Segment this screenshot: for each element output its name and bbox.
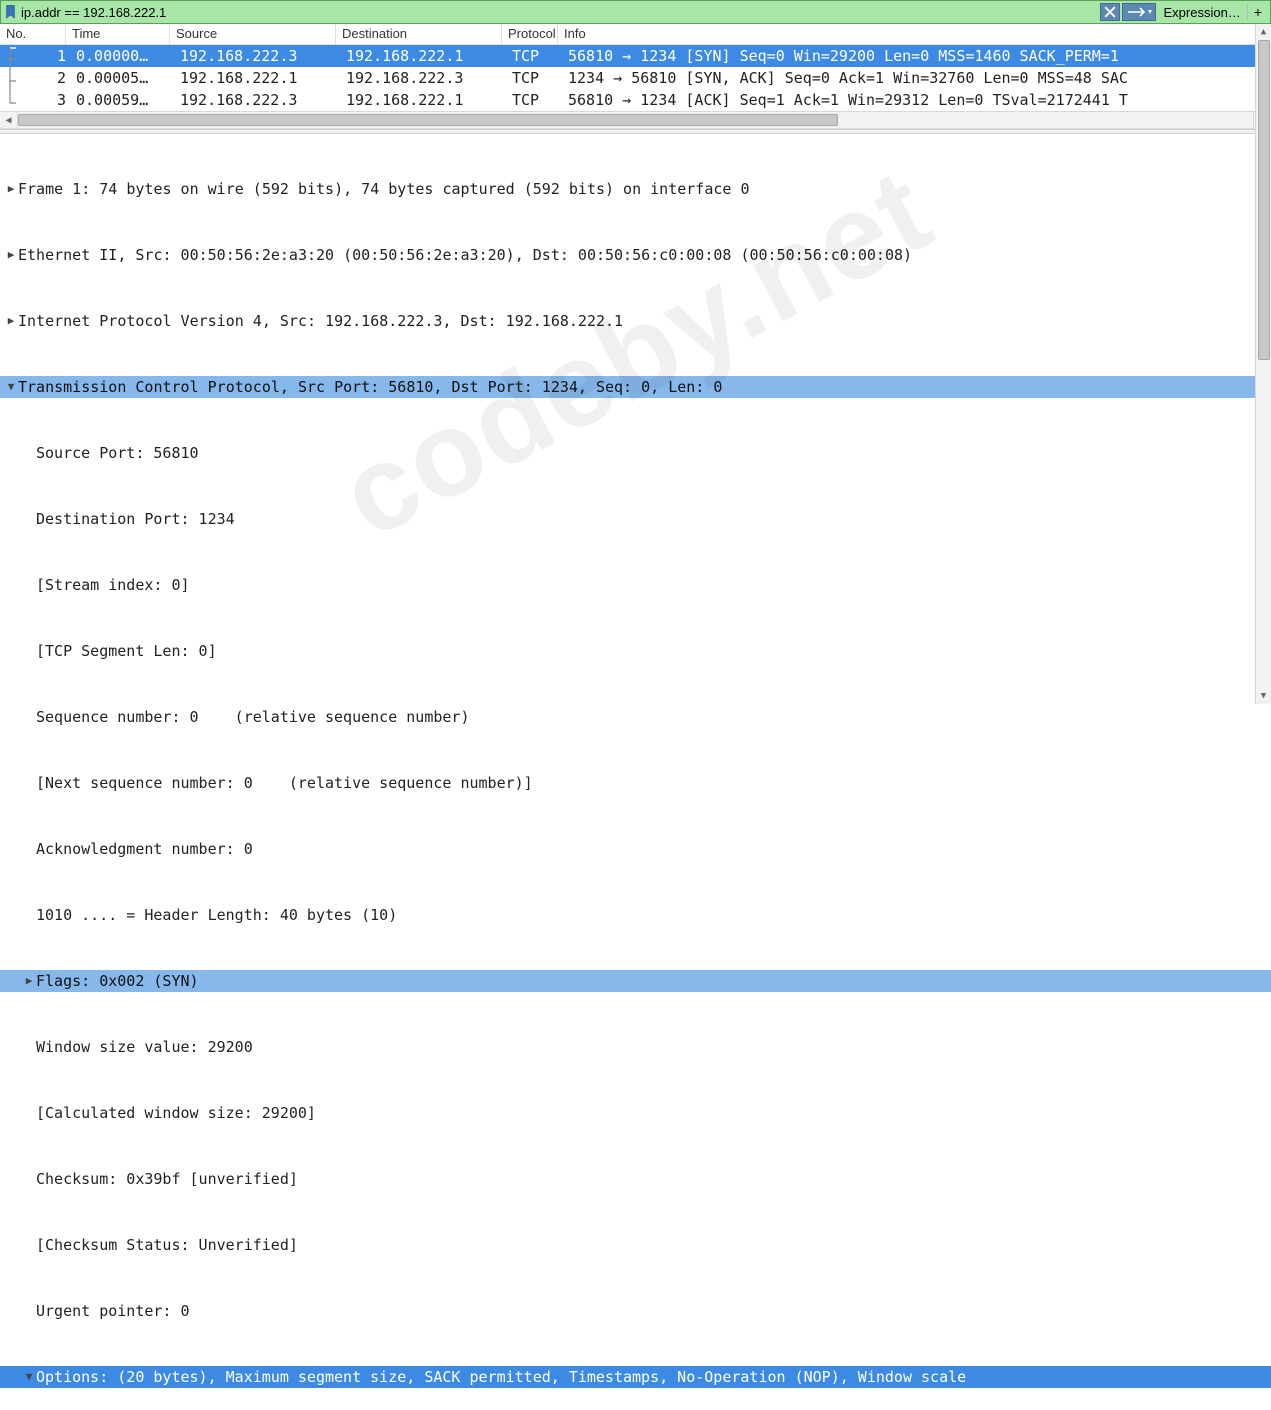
packet-details[interactable]: ▶ Frame 1: 74 bytes on wire (592 bits), … bbox=[0, 134, 1271, 1410]
cell-destination: 192.168.222.1 bbox=[336, 45, 502, 67]
expand-icon[interactable]: ▶ bbox=[22, 970, 36, 992]
tree-label: [Next sequence number: 0 (relative seque… bbox=[36, 772, 533, 794]
apply-filter-button[interactable] bbox=[1122, 3, 1156, 21]
packet-list-header: No. Time Source Destination Protocol Inf… bbox=[0, 24, 1271, 45]
cell-info: 1234 → 56810 [SYN, ACK] Seq=0 Ack=1 Win=… bbox=[558, 67, 1271, 89]
cell-destination: 192.168.222.1 bbox=[336, 89, 502, 111]
expression-button[interactable]: Expression… bbox=[1156, 5, 1247, 20]
tree-label: Internet Protocol Version 4, Src: 192.16… bbox=[18, 310, 623, 332]
tree-label: Transmission Control Protocol, Src Port:… bbox=[18, 376, 722, 398]
cell-source: 192.168.222.1 bbox=[170, 67, 336, 89]
packet-row[interactable]: 3 0.00059… 192.168.222.3 192.168.222.1 T… bbox=[0, 89, 1271, 111]
tree-item-tcp[interactable]: ▼ Transmission Control Protocol, Src Por… bbox=[0, 376, 1271, 398]
tree-label: Frame 1: 74 bytes on wire (592 bits), 74… bbox=[18, 178, 750, 200]
scrollbar-thumb[interactable] bbox=[1258, 40, 1270, 360]
cell-protocol: TCP bbox=[502, 89, 558, 111]
tree-label: Flags: 0x002 (SYN) bbox=[36, 970, 199, 992]
tree-item-ethernet[interactable]: ▶ Ethernet II, Src: 00:50:56:2e:a3:20 (0… bbox=[0, 244, 1271, 266]
tree-label: Destination Port: 1234 bbox=[36, 508, 235, 530]
tree-label: Window size value: 29200 bbox=[36, 1036, 253, 1058]
expand-icon[interactable]: ▶ bbox=[4, 310, 18, 332]
scrollbar-track[interactable] bbox=[18, 112, 1253, 128]
packet-list[interactable]: 1 0.00000… 192.168.222.3 192.168.222.1 T… bbox=[0, 45, 1271, 111]
cell-no: 1 bbox=[30, 45, 66, 67]
tree-label: Urgent pointer: 0 bbox=[36, 1300, 190, 1322]
tree-label: [Stream index: 0] bbox=[36, 574, 190, 596]
cell-no: 2 bbox=[30, 67, 66, 89]
expand-icon[interactable]: ▶ bbox=[4, 178, 18, 200]
display-filter-input[interactable] bbox=[21, 5, 1098, 20]
tree-item[interactable]: ·Acknowledgment number: 0 bbox=[0, 838, 1271, 860]
tree-item[interactable]: ·Window size value: 29200 bbox=[0, 1036, 1271, 1058]
packet-row[interactable]: 2 0.00005… 192.168.222.1 192.168.222.3 T… bbox=[0, 67, 1271, 89]
details-vertical-scrollbar[interactable]: ▲ ▼ bbox=[1255, 24, 1271, 704]
tree-label: Source Port: 56810 bbox=[36, 442, 199, 464]
tree-item-ip[interactable]: ▶ Internet Protocol Version 4, Src: 192.… bbox=[0, 310, 1271, 332]
display-filter-bar: Expression… + bbox=[0, 0, 1271, 24]
scrollbar-thumb[interactable] bbox=[18, 114, 838, 126]
scrollbar-track[interactable] bbox=[1256, 40, 1271, 688]
column-protocol[interactable]: Protocol bbox=[502, 24, 558, 44]
column-source[interactable]: Source bbox=[170, 24, 336, 44]
tree-item[interactable]: ·[Stream index: 0] bbox=[0, 574, 1271, 596]
add-filter-button[interactable]: + bbox=[1247, 4, 1268, 20]
tree-label: [Calculated window size: 29200] bbox=[36, 1102, 316, 1124]
packet-row[interactable]: 1 0.00000… 192.168.222.3 192.168.222.1 T… bbox=[0, 45, 1271, 67]
expand-icon[interactable]: ▶ bbox=[4, 244, 18, 266]
tree-item[interactable]: ·Urgent pointer: 0 bbox=[0, 1300, 1271, 1322]
cell-protocol: TCP bbox=[502, 45, 558, 67]
tree-label: [Checksum Status: Unverified] bbox=[36, 1234, 298, 1256]
cell-destination: 192.168.222.3 bbox=[336, 67, 502, 89]
tree-label: 1010 .... = Header Length: 40 bytes (10) bbox=[36, 904, 397, 926]
cell-source: 192.168.222.3 bbox=[170, 45, 336, 67]
cell-time: 0.00005… bbox=[66, 67, 170, 89]
column-time[interactable]: Time bbox=[66, 24, 170, 44]
tree-item[interactable]: ·[TCP Segment Len: 0] bbox=[0, 640, 1271, 662]
bookmark-icon[interactable] bbox=[3, 5, 17, 19]
tree-label: Acknowledgment number: 0 bbox=[36, 838, 253, 860]
tree-label: Sequence number: 0 (relative sequence nu… bbox=[36, 706, 469, 728]
tree-item-frame[interactable]: ▶ Frame 1: 74 bytes on wire (592 bits), … bbox=[0, 178, 1271, 200]
tree-label: Options: (20 bytes), Maximum segment siz… bbox=[36, 1366, 966, 1388]
collapse-icon[interactable]: ▼ bbox=[4, 376, 18, 398]
scroll-left-icon[interactable]: ◀ bbox=[0, 112, 18, 128]
tree-item[interactable]: ·Destination Port: 1234 bbox=[0, 508, 1271, 530]
cell-info: 56810 → 1234 [ACK] Seq=1 Ack=1 Win=29312… bbox=[558, 89, 1271, 111]
cell-protocol: TCP bbox=[502, 67, 558, 89]
column-destination[interactable]: Destination bbox=[336, 24, 502, 44]
tree-label: Ethernet II, Src: 00:50:56:2e:a3:20 (00:… bbox=[18, 244, 912, 266]
cell-time: 0.00059… bbox=[66, 89, 170, 111]
tree-item[interactable]: ·[Checksum Status: Unverified] bbox=[0, 1234, 1271, 1256]
tree-item[interactable]: ·[Calculated window size: 29200] bbox=[0, 1102, 1271, 1124]
tree-item[interactable]: ·Checksum: 0x39bf [unverified] bbox=[0, 1168, 1271, 1190]
scroll-up-icon[interactable]: ▲ bbox=[1256, 24, 1271, 40]
collapse-icon[interactable]: ▼ bbox=[22, 1366, 36, 1388]
tree-item[interactable]: ·[Next sequence number: 0 (relative sequ… bbox=[0, 772, 1271, 794]
column-no[interactable]: No. bbox=[0, 24, 66, 44]
cell-source: 192.168.222.3 bbox=[170, 89, 336, 111]
cell-info: 56810 → 1234 [SYN] Seq=0 Win=29200 Len=0… bbox=[558, 45, 1271, 67]
clear-filter-button[interactable] bbox=[1100, 3, 1120, 21]
scroll-down-icon[interactable]: ▼ bbox=[1256, 688, 1271, 704]
tree-item[interactable]: ·Sequence number: 0 (relative sequence n… bbox=[0, 706, 1271, 728]
tree-label: Checksum: 0x39bf [unverified] bbox=[36, 1168, 298, 1190]
tree-item-flags[interactable]: ▶Flags: 0x002 (SYN) bbox=[0, 970, 1271, 992]
tree-item[interactable]: ·Source Port: 56810 bbox=[0, 442, 1271, 464]
tree-label: [TCP Segment Len: 0] bbox=[36, 640, 217, 662]
tree-item[interactable]: ·1010 .... = Header Length: 40 bytes (10… bbox=[0, 904, 1271, 926]
column-info[interactable]: Info bbox=[558, 24, 1271, 44]
cell-time: 0.00000… bbox=[66, 45, 170, 67]
cell-no: 3 bbox=[30, 89, 66, 111]
packet-list-scrollbar[interactable]: ◀ ▶ bbox=[0, 111, 1271, 129]
tree-item-options[interactable]: ▼Options: (20 bytes), Maximum segment si… bbox=[0, 1366, 1271, 1388]
